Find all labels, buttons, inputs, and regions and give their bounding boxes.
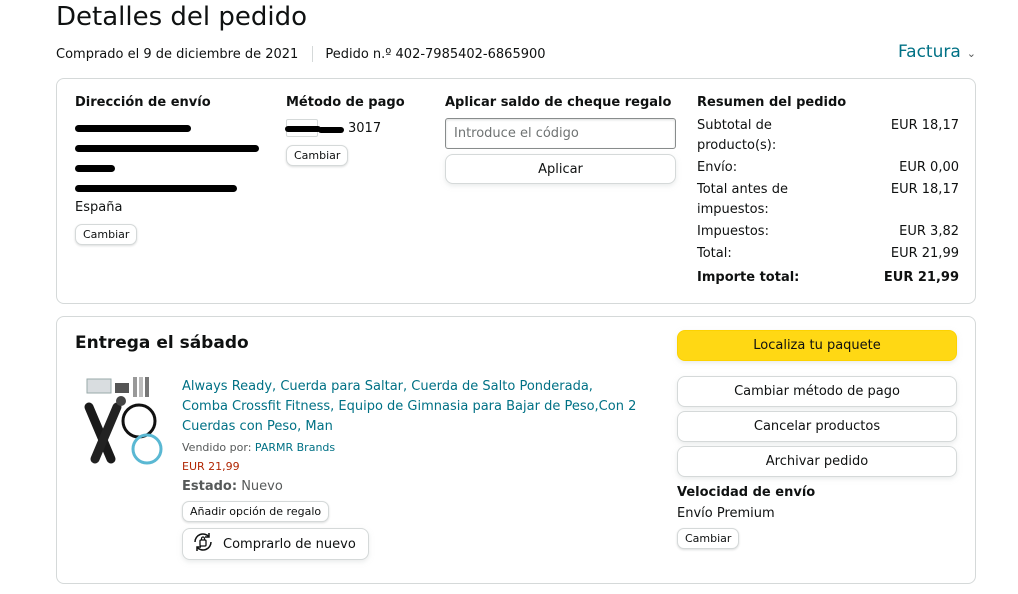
summary-row-grand-total: Importe total: EUR 21,99 [697, 270, 959, 285]
buy-again-icon [191, 530, 215, 558]
visa-card-icon [285, 119, 321, 137]
invoice-dropdown[interactable]: Factura ⌄ [898, 42, 976, 62]
change-payment-method-button[interactable]: Cambiar método de pago [677, 376, 957, 407]
purchase-date: Comprado el 9 de diciembre de 2021 [56, 46, 299, 62]
gift-card-title: Aplicar saldo de cheque regalo [445, 95, 672, 110]
invoice-label: Factura [897, 42, 961, 62]
gift-code-input[interactable] [445, 118, 676, 149]
apply-gift-button[interactable]: Aplicar [445, 154, 676, 184]
buy-again-label: Comprarlo de nuevo [223, 536, 356, 552]
order-actions: Localiza tu paquete Cambiar método de pa… [677, 330, 957, 549]
address-block: España [75, 118, 275, 218]
shipping-title: Dirección de envío [75, 95, 211, 110]
order-number: Pedido n.º 402-7985402-6865900 [325, 46, 546, 62]
add-gift-option-button[interactable]: Añadir opción de regalo [182, 501, 330, 522]
gift-card-section: Aplicar saldo de cheque regalo Aplicar [445, 95, 679, 184]
summary-row-subtotal: Subtotal de producto(s): EUR 18,17 [697, 118, 959, 153]
summary-title: Resumen del pedido [697, 95, 847, 110]
product-info: Always Ready, Cuerda para Saltar, Cuerda… [182, 377, 642, 560]
seller-line: Vendido por: PARMR Brands [182, 441, 336, 454]
summary-row-pretax: Total antes de impuestos: EUR 18,17 [697, 182, 959, 217]
change-payment-button[interactable]: Cambiar [286, 145, 349, 166]
payment-method-section: Método de pago 3017 Cambiar [285, 95, 426, 166]
shipping-speed-title: Velocidad de envío [677, 485, 816, 500]
card-suffix: 3017 [318, 121, 381, 136]
payment-card: 3017 [285, 118, 426, 138]
product-status: Estado: Nuevo [182, 479, 283, 494]
order-info-card: Dirección de envío España Cambiar Método… [56, 78, 976, 304]
order-summary-section: Resumen del pedido Subtotal de producto(… [697, 95, 959, 288]
address-country: España [75, 200, 123, 215]
redacted-city [75, 178, 275, 198]
summary-row-tax: Impuestos: EUR 3,82 [697, 224, 959, 239]
payment-title: Método de pago [286, 95, 405, 110]
seller-link[interactable]: PARMR Brands [255, 441, 335, 454]
summary-rows: Subtotal de producto(s): EUR 18,17 Envío… [697, 116, 959, 288]
product-image[interactable] [81, 377, 169, 469]
summary-row-shipping: Envío: EUR 0,00 [697, 160, 959, 175]
shipping-address-section: Dirección de envío España Cambiar [75, 95, 275, 245]
shipping-speed-value: Envío Premium [677, 506, 775, 521]
product-price: EUR 21,99 [182, 460, 240, 473]
archive-order-button[interactable]: Archivar pedido [677, 446, 957, 477]
page-title: Detalles del pedido [56, 2, 308, 32]
track-package-button[interactable]: Localiza tu paquete [677, 330, 957, 361]
change-shipping-speed-button[interactable]: Cambiar [677, 528, 740, 549]
redacted-street [75, 138, 275, 158]
cancel-items-button[interactable]: Cancelar productos [677, 411, 957, 442]
delivery-title: Entrega el sábado [75, 333, 249, 353]
redacted-street-2 [75, 158, 275, 178]
order-meta: Comprado el 9 de diciembre de 2021 Pedid… [56, 46, 546, 62]
meta-divider [312, 46, 314, 62]
summary-row-total: Total: EUR 21,99 [697, 246, 959, 261]
change-address-button[interactable]: Cambiar [75, 224, 138, 245]
delivery-card: Entrega el sábado Always Ready, Cuerda p… [56, 316, 976, 584]
product-title-link[interactable]: Always Ready, Cuerda para Saltar, Cuerda… [182, 377, 642, 437]
buy-again-button[interactable]: Comprarlo de nuevo [182, 528, 369, 560]
chevron-down-icon: ⌄ [966, 46, 976, 60]
redacted-name [75, 118, 275, 138]
